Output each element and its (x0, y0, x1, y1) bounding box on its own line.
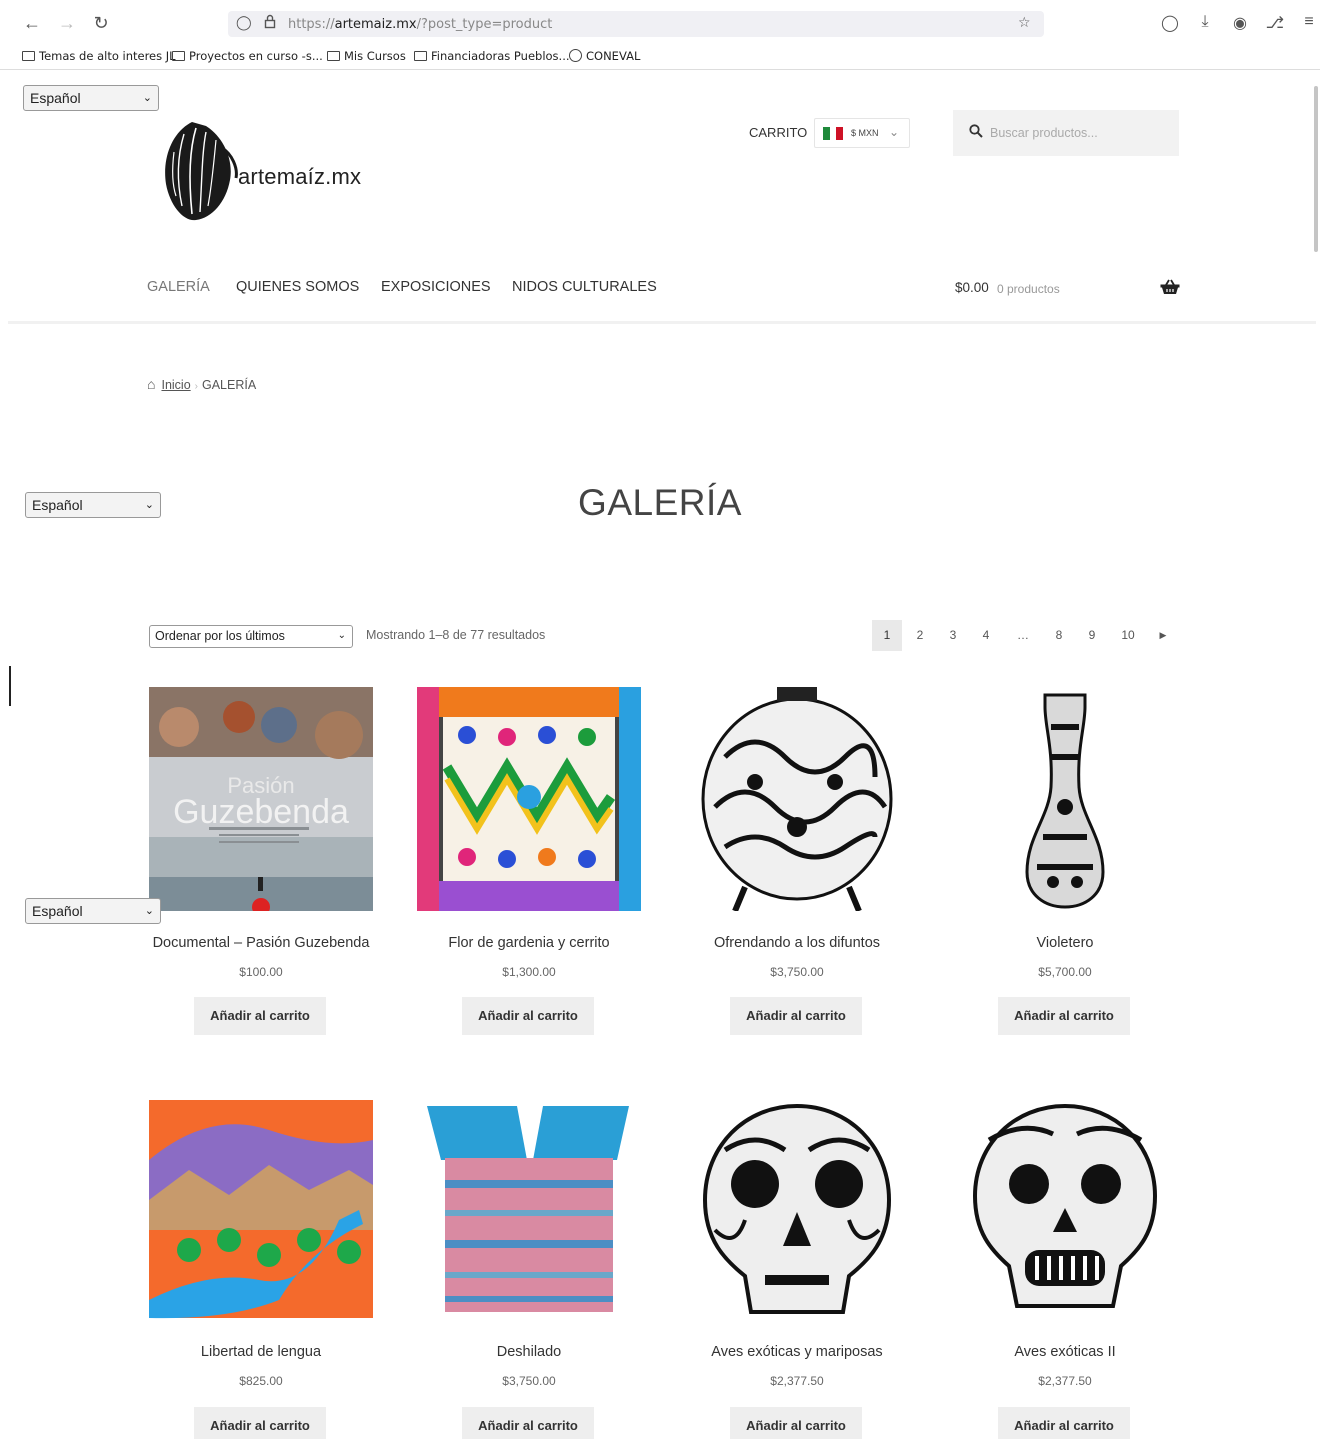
nav-item-nidos-culturales[interactable]: NIDOS CULTURALES (512, 279, 657, 295)
product-title[interactable]: Documental – Pasión Guzebenda (119, 935, 403, 951)
bookmark-item[interactable]: CONEVAL (569, 49, 640, 63)
pagination-page[interactable]: 8 (1044, 620, 1074, 651)
globe-icon (569, 49, 582, 62)
browser-toolbar: ← → ↻ ◯ https://artemaiz.mx/?post_type=p… (0, 0, 1320, 44)
bookmark-item[interactable]: Temas de alto interes JL (22, 49, 176, 63)
product-title[interactable]: Aves exóticas y mariposas (655, 1344, 939, 1360)
cart-label[interactable]: CARRITO (749, 125, 807, 140)
product-price: $1,300.00 (502, 965, 556, 979)
bookmark-item[interactable]: Proyectos en curso -s... (172, 49, 323, 63)
folder-icon (327, 51, 340, 61)
product-title[interactable]: Libertad de lengua (119, 1344, 403, 1360)
product-image[interactable] (149, 1100, 373, 1324)
back-arrow-icon[interactable]: ← (21, 12, 43, 34)
folder-icon (172, 51, 185, 61)
address-bar[interactable]: ◯ https://artemaiz.mx/?post_type=product… (228, 11, 1044, 37)
breadcrumb: ⌂ Inicio › GALERÍA (147, 376, 257, 392)
chevron-down-icon: ⌄ (337, 630, 346, 641)
add-to-cart-button[interactable]: Añadir al carrito (194, 997, 326, 1035)
search-icon (969, 124, 983, 141)
account-icon[interactable]: ◉ (1230, 13, 1250, 33)
product-title[interactable]: Flor de gardenia y cerrito (387, 935, 671, 951)
header-divider (8, 321, 1316, 324)
add-to-cart-button[interactable]: Añadir al carrito (462, 1407, 594, 1439)
product-price: $2,377.50 (1038, 1374, 1092, 1388)
add-to-cart-button[interactable]: Añadir al carrito (194, 1407, 326, 1439)
product-image[interactable] (685, 1100, 909, 1324)
breadcrumb-home-link[interactable]: Inicio (161, 378, 190, 392)
scrollbar[interactable] (1314, 86, 1318, 252)
pocket-icon[interactable]: ◯ (1160, 13, 1180, 33)
product-price: $3,750.00 (502, 1374, 556, 1388)
pagination-page[interactable]: 2 (905, 620, 935, 651)
product-title[interactable]: Violetero (923, 935, 1207, 951)
site-logo-text[interactable]: artemaíz.mx (238, 164, 361, 190)
product-price: $100.00 (239, 965, 283, 979)
product-image[interactable] (685, 687, 909, 911)
pagination-page[interactable]: 10 (1113, 620, 1143, 651)
lock-icon (264, 14, 276, 32)
currency-switcher[interactable]: $ MXN ⌄ (814, 118, 910, 148)
product-image[interactable] (953, 1100, 1177, 1324)
breadcrumb-current: GALERÍA (202, 378, 257, 392)
product-image[interactable] (417, 1100, 641, 1324)
product-title[interactable]: Deshilado (387, 1344, 671, 1360)
pagination-page[interactable]: 3 (938, 620, 968, 651)
basket-icon[interactable] (1160, 279, 1180, 295)
add-to-cart-button[interactable]: Añadir al carrito (730, 1407, 862, 1439)
pagination-ellipsis: … (1017, 628, 1029, 642)
forward-arrow-icon[interactable]: → (56, 12, 78, 34)
mini-cart-count[interactable]: 0 productos (997, 282, 1060, 296)
chevron-down-icon: ⌄ (144, 905, 154, 917)
shield-icon: ◯ (236, 14, 252, 30)
folder-icon (22, 51, 35, 61)
pagination-page[interactable]: 9 (1077, 620, 1107, 651)
add-to-cart-button[interactable]: Añadir al carrito (998, 1407, 1130, 1439)
text-cursor (9, 666, 11, 706)
nav-item-exposiciones[interactable]: EXPOSICIONES (381, 279, 491, 295)
bookmark-item[interactable]: Financiadoras Pueblos... (414, 49, 570, 63)
page-title: GALERÍA (578, 482, 742, 523)
add-to-cart-button[interactable]: Añadir al carrito (998, 997, 1130, 1035)
product-price: $5,700.00 (1038, 965, 1092, 979)
pagination-page[interactable]: 4 (971, 620, 1001, 651)
product-image[interactable]: Pasión Guzebenda (149, 687, 373, 911)
bookmarks-bar: Temas de alto interes JL Proyectos en cu… (0, 44, 1320, 70)
mexico-flag-icon (823, 127, 844, 140)
product-price: $825.00 (239, 1374, 283, 1388)
poster-title-line2: Guzebenda (173, 793, 349, 831)
pagination-page[interactable]: 1 (872, 620, 902, 651)
pagination-next-icon[interactable]: ▶ (1148, 620, 1178, 651)
bookmark-star-icon[interactable]: ☆ (1018, 14, 1031, 31)
chevron-down-icon: ⌄ (142, 92, 152, 104)
nav-item-galeria[interactable]: GALERÍA (147, 279, 210, 295)
language-select[interactable]: Español ⌄ (23, 85, 159, 111)
home-icon: ⌂ (147, 376, 156, 392)
chevron-down-icon: ⌄ (889, 125, 900, 139)
url-text: https://artemaiz.mx/?post_type=product (288, 17, 553, 32)
logo-corn-icon[interactable] (162, 118, 238, 224)
orderby-select[interactable]: Ordenar por los últimos ⌄ (149, 625, 353, 648)
reload-icon[interactable]: ↻ (90, 12, 112, 34)
nav-item-quienes-somos[interactable]: QUIENES SOMOS (236, 279, 359, 295)
product-title[interactable]: Ofrendando a los difuntos (655, 935, 939, 951)
folder-icon (414, 51, 427, 61)
product-search-input[interactable]: Buscar productos... (953, 110, 1179, 156)
add-to-cart-button[interactable]: Añadir al carrito (730, 997, 862, 1035)
result-count: Mostrando 1–8 de 77 resultados (366, 628, 546, 642)
extensions-icon[interactable]: ⎇ (1265, 13, 1285, 33)
product-price: $2,377.50 (770, 1374, 824, 1388)
bookmark-item[interactable]: Mis Cursos (327, 49, 406, 63)
product-image[interactable] (417, 687, 641, 911)
product-title[interactable]: Aves exóticas II (923, 1344, 1207, 1360)
mini-cart-amount[interactable]: $0.00 (955, 280, 989, 295)
language-select[interactable]: Español ⌄ (25, 898, 161, 924)
download-icon[interactable]: ⤓ (1195, 13, 1215, 31)
menu-icon[interactable]: ≡ (1299, 13, 1319, 31)
product-image[interactable] (953, 687, 1177, 911)
add-to-cart-button[interactable]: Añadir al carrito (462, 997, 594, 1035)
product-price: $3,750.00 (770, 965, 824, 979)
